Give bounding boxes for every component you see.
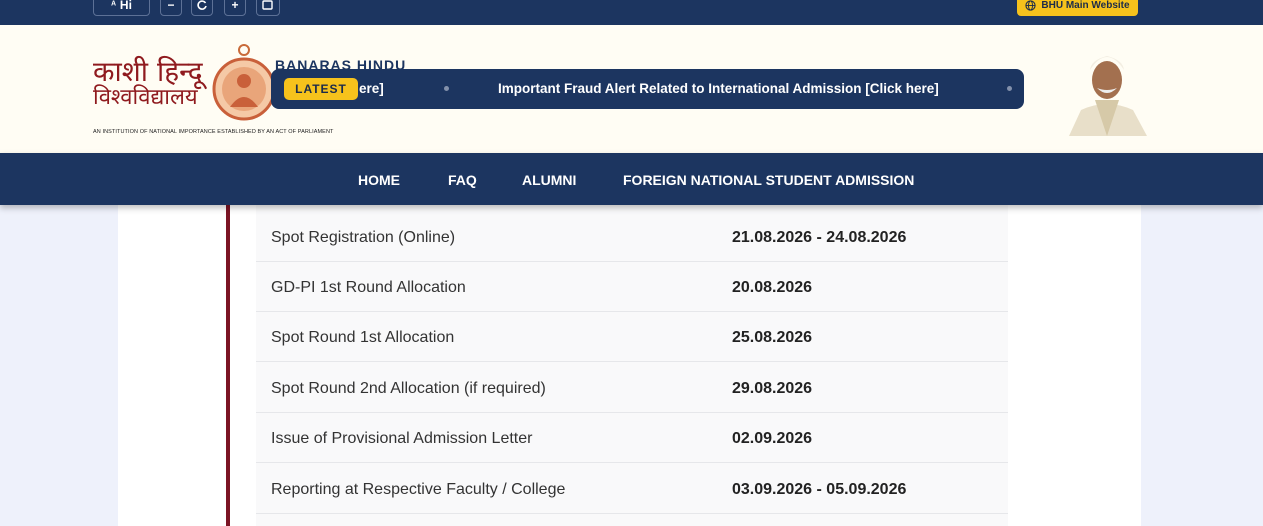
schedule-row: Reporting at Respective Faculty / Colleg… [256, 464, 1008, 514]
language-label: Hi [119, 0, 132, 12]
schedule-row: Spot Round 2nd Allocation (if required) … [256, 363, 1008, 413]
schedule-date: 25.08.2026 [732, 329, 813, 346]
main-navigation: HOME FAQ ALUMNI FOREIGN NATIONAL STUDENT… [0, 153, 1263, 205]
schedule-date: 29.08.2026 [732, 380, 813, 397]
nav-item-foreign-admission[interactable]: FOREIGN NATIONAL STUDENT ADMISSION [623, 172, 914, 188]
ticker-item[interactable]: Important Fraud Alert Related to Interna… [498, 81, 939, 96]
ticker-separator [444, 86, 449, 91]
latest-badge: LATEST [284, 78, 358, 100]
decrease-font-button[interactable]: − [160, 0, 182, 16]
logo-hindi-line1: काशी हिन्दू [93, 55, 203, 88]
increase-font-button[interactable]: + [224, 0, 246, 16]
schedule-row: Spot Registration (Online) 21.08.2026 - … [256, 212, 1008, 262]
accessibility-bar: ᴬ Hi − + BHU Main Website [0, 0, 1263, 25]
schedule-event: Spot Round 1st Allocation [271, 329, 455, 346]
nav-item-home[interactable]: HOME [358, 172, 400, 188]
schedule-row: Spot Round 1st Allocation 25.08.2026 [256, 312, 1008, 362]
main-website-button[interactable]: BHU Main Website [1017, 0, 1138, 16]
schedule-event: Spot Round 2nd Allocation (if required) [271, 380, 546, 397]
university-logo-hindi[interactable]: काशी हिन्दू विश्वविद्यालय [93, 55, 203, 111]
globe-icon [1025, 0, 1037, 11]
timeline-accent-bar [226, 205, 230, 526]
nav-item-faq[interactable]: FAQ [448, 172, 477, 188]
schedule-event: Spot Registration (Online) [271, 229, 456, 246]
logo-hindi-line2: विश्वविद्यालय [93, 85, 198, 110]
language-toggle-button[interactable]: ᴬ Hi [93, 0, 150, 16]
founder-portrait [1069, 56, 1147, 136]
main-website-label: BHU Main Website [1041, 0, 1130, 11]
site-header: काशी हिन्दू विश्वविद्यालय BANARAS HINDU … [0, 25, 1263, 153]
contrast-icon [262, 0, 273, 10]
contrast-toggle-button[interactable] [256, 0, 280, 16]
schedule-event: Issue of Provisional Admission Letter [271, 430, 533, 447]
nav-item-alumni[interactable]: ALUMNI [522, 172, 576, 188]
schedule-event: GD-PI 1st Round Allocation [271, 279, 466, 296]
schedule-date: 20.08.2026 [732, 279, 813, 296]
schedule-row: Issue of Provisional Admission Letter 02… [256, 413, 1008, 463]
reset-icon [197, 0, 207, 10]
translate-icon: ᴬ [111, 0, 116, 11]
schedule-date: 03.09.2026 - 05.09.2026 [732, 481, 907, 498]
ticker-item[interactable]: ere] [359, 81, 384, 96]
schedule-date: 02.09.2026 [732, 430, 813, 447]
institution-tagline: AN INSTITUTION OF NATIONAL IMPORTANCE ES… [93, 129, 334, 135]
schedule-event: Reporting at Respective Faculty / Colleg… [271, 481, 566, 498]
schedule-row: GD-PI 1st Round Allocation 20.08.2026 [256, 262, 1008, 312]
ticker-separator [1007, 86, 1012, 91]
university-emblem-icon [212, 44, 276, 121]
reset-font-button[interactable] [191, 0, 213, 16]
news-ticker: ere] Important Fraud Alert Related to In… [271, 69, 1024, 109]
schedule-date: 21.08.2026 - 24.08.2026 [732, 229, 907, 246]
